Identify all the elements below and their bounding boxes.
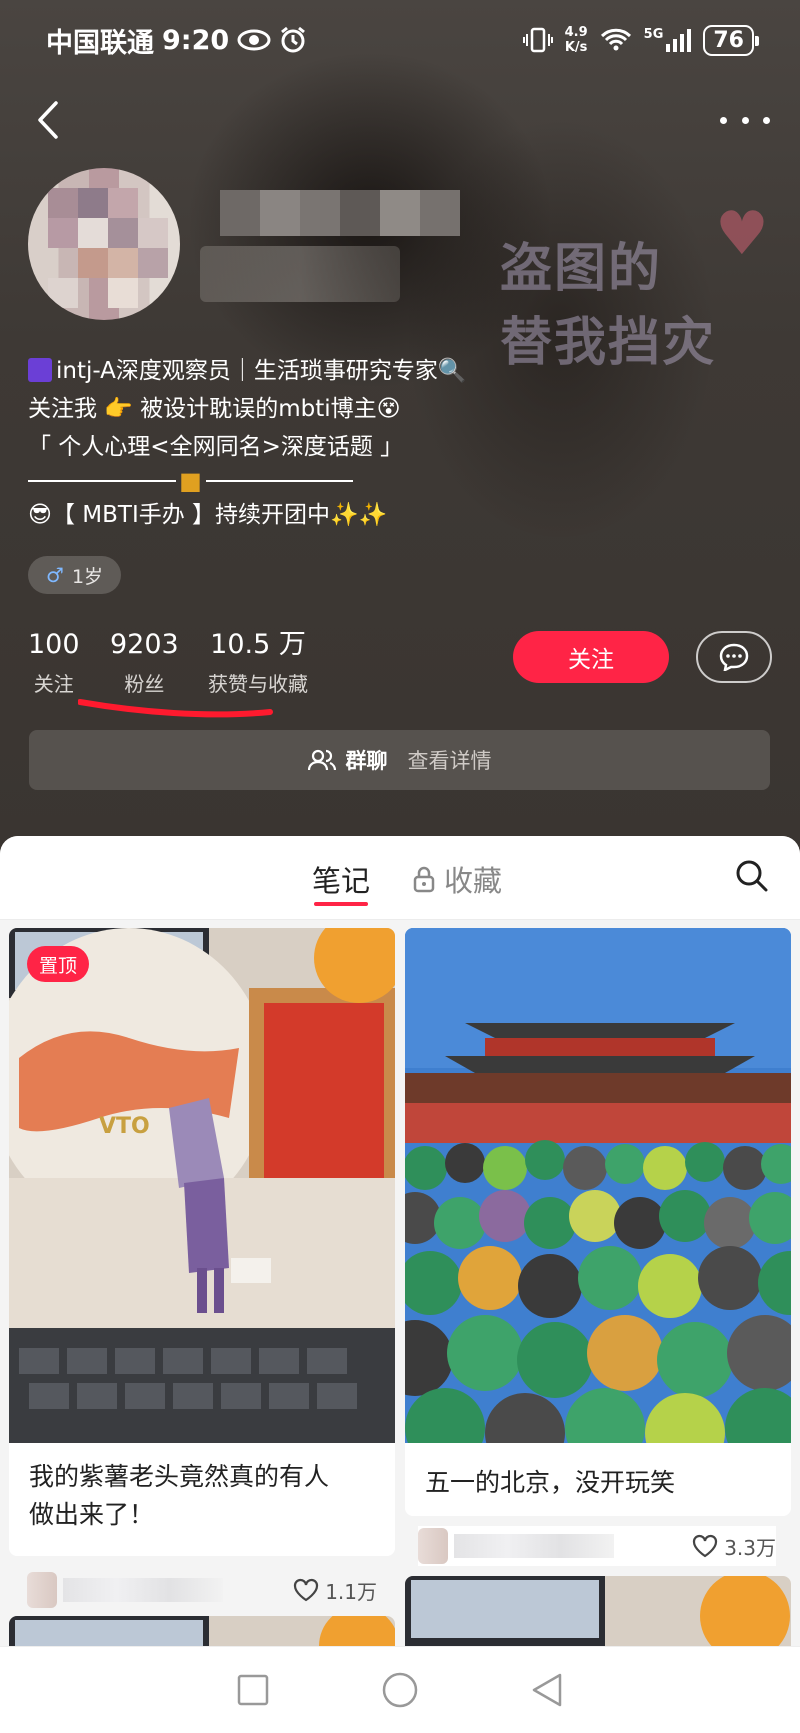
pinned-badge: 置顶 xyxy=(27,946,90,982)
note-cover-figurine: VTO 置顶 xyxy=(9,928,395,1443)
note-title: 五一的北京，没开玩笑 xyxy=(425,1468,676,1497)
avatar[interactable] xyxy=(28,168,180,320)
age-tag: ♂ 1岁 xyxy=(28,556,122,594)
chat-bubble-icon xyxy=(719,643,749,671)
clock: 9:20 xyxy=(162,24,230,56)
lock-icon xyxy=(413,866,435,893)
message-button[interactable] xyxy=(696,631,772,683)
note-meta: 1.1万 xyxy=(27,1570,377,1610)
chevron-left-icon xyxy=(38,101,58,139)
back-button[interactable] xyxy=(30,95,70,145)
network-speed: 4.9 K/s xyxy=(564,25,588,55)
purple-square-icon xyxy=(28,358,52,382)
stat-following[interactable]: 100 关注 xyxy=(28,628,80,697)
alarm-icon xyxy=(281,26,306,53)
network-type: 5G xyxy=(643,26,664,42)
bio-line: 关注我 👉 被设计耽误的mbti博主😵 xyxy=(28,396,401,422)
author-avatar-blurred xyxy=(27,1572,57,1608)
like-count[interactable]: 3.3万 xyxy=(692,1532,776,1561)
square-icon xyxy=(238,1674,269,1706)
status-bar: 中国联通 9:20 4.9 K/s 5G 76 xyxy=(0,0,800,80)
author-avatar-blurred xyxy=(418,1528,448,1564)
group-chat-bar[interactable]: 群聊 查看详情 xyxy=(29,730,770,790)
vibrate-icon xyxy=(522,27,553,53)
signal-icon xyxy=(666,29,692,52)
user-id-blurred xyxy=(200,246,400,302)
author-name-blurred xyxy=(63,1578,223,1602)
group-chat-title: 群聊 xyxy=(345,749,388,773)
wifi-icon xyxy=(600,28,631,51)
group-icon xyxy=(307,749,336,771)
note-meta: 3.3万 xyxy=(418,1526,776,1566)
tab-bar: 笔记 收藏 xyxy=(0,836,800,920)
recent-apps-button[interactable] xyxy=(231,1668,275,1712)
heart-icon: ♥ xyxy=(715,199,771,269)
username-blurred xyxy=(220,190,460,236)
group-chat-detail: 查看详情 xyxy=(407,749,492,773)
author-name-blurred xyxy=(454,1534,614,1558)
bio-line: 😎【 MBTI手办 】持续开团中✨✨ xyxy=(28,502,388,528)
tab-favorites[interactable]: 收藏 xyxy=(412,858,502,900)
carrier-name: 中国联通 xyxy=(46,27,154,59)
red-annotation-stroke xyxy=(78,699,273,718)
svg-text:VTO: VTO xyxy=(99,1114,150,1139)
heart-outline-icon xyxy=(294,1578,319,1602)
more-dot-icon xyxy=(720,116,727,124)
content-panel: 笔记 收藏 VTO 置顶 我的紫薯老头竟然真的有人 做出来了！ 1.1万 五一的… xyxy=(0,836,800,1733)
follow-button[interactable]: 关注 xyxy=(513,631,669,683)
gift-icon: ■ xyxy=(179,467,202,495)
more-dot-icon xyxy=(763,116,770,124)
note-card[interactable]: VTO 置顶 我的紫薯老头竟然真的有人 做出来了！ xyxy=(9,928,395,1556)
search-button[interactable] xyxy=(734,858,770,894)
back-nav-button[interactable] xyxy=(525,1668,569,1712)
profile-header: 中国联通 9:20 4.9 K/s 5G 76 盗图的 替我挡灾 ♥ intj-… xyxy=(0,0,800,850)
bio-divider: ■ xyxy=(28,466,353,496)
male-icon: ♂ xyxy=(46,563,64,587)
triangle-back-icon xyxy=(532,1673,561,1707)
more-dot-icon xyxy=(741,116,749,124)
bio: intj-A深度观察员｜生活琐事研究专家🔍 关注我 👉 被设计耽误的mbti博主… xyxy=(28,352,708,534)
home-button[interactable] xyxy=(378,1668,422,1712)
circle-icon xyxy=(382,1672,418,1708)
system-nav-bar xyxy=(0,1646,800,1733)
like-count[interactable]: 1.1万 xyxy=(293,1576,377,1605)
active-tab-indicator xyxy=(314,902,368,906)
eye-icon xyxy=(237,29,271,51)
note-title: 我的紫薯老头竟然真的有人 做出来了！ xyxy=(29,1462,330,1529)
battery-indicator: 76 xyxy=(703,24,759,56)
heart-outline-icon xyxy=(693,1534,718,1558)
note-card[interactable]: 五一的北京，没开玩笑 xyxy=(405,928,791,1516)
stat-likes-favorites[interactable]: 10.5 万 获赞与收藏 xyxy=(208,628,308,697)
search-icon xyxy=(736,860,768,892)
tab-notes[interactable]: 笔记 xyxy=(312,858,370,900)
stat-followers[interactable]: 9203 粉丝 xyxy=(110,628,179,697)
more-options-button[interactable] xyxy=(720,100,770,140)
note-cover-forbidden-city xyxy=(405,928,791,1443)
bio-line: 「 个人心理<全网同名>深度话题 」 xyxy=(28,434,404,460)
bio-line: intj-A深度观察员｜生活琐事研究专家🔍 xyxy=(56,358,467,384)
